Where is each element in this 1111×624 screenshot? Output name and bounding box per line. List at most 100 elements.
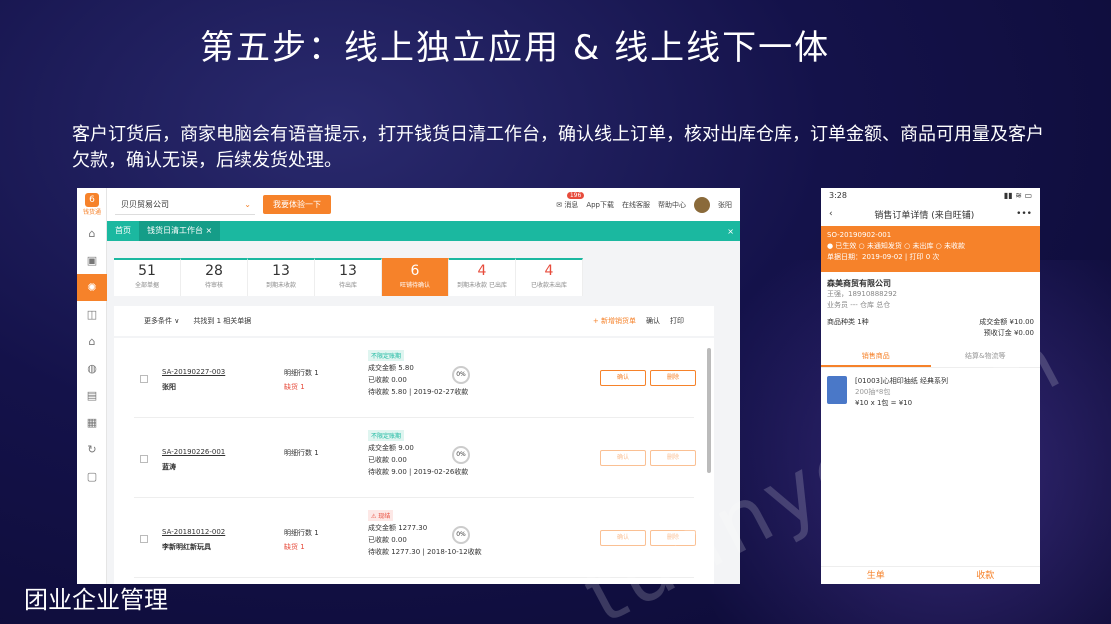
product-image — [827, 376, 847, 404]
term-tag: 不限定账期 — [368, 350, 405, 361]
order-states: ● 已生效 ○ 未通知发货 ○ 未出库 ○ 未收款 — [827, 242, 966, 250]
list-item[interactable]: [01003]心相印抽纸 经典系列 200抽*8包 ¥10 x 1包 = ¥10 — [821, 368, 1040, 417]
confirm-button[interactable]: 确认 — [600, 530, 646, 546]
stock-short: 缺货 1 — [284, 383, 305, 391]
home-icon[interactable]: ⌂ — [77, 220, 107, 247]
order-header: SO-20190902-001 ● 已生效 ○ 未通知发货 ○ 未出库 ○ 未收… — [821, 226, 1040, 272]
customer-name: 李新明红新玩具 — [162, 543, 211, 551]
bag-icon[interactable]: ◫ — [77, 301, 107, 328]
table-row[interactable]: SA-20190226-001 蓝涛 明细行数 1 不限定账期 成交金额 9.0… — [134, 418, 696, 498]
stat-label: 待审核 — [204, 282, 223, 289]
messages-link[interactable]: ✉ 消息 196 — [556, 191, 585, 210]
filter-dropdown[interactable]: 更多条件 ∨ — [144, 316, 179, 326]
stat-num: 13 — [339, 263, 357, 279]
row-checkbox[interactable] — [140, 535, 148, 543]
avatar[interactable] — [694, 196, 710, 213]
app-sidebar: 6 钱货通 ⌂ ▣ ✺ ◫ ⌂ ◍ ▤ ▦ ↻ ▢ — [77, 188, 107, 584]
house-icon[interactable]: ⌂ — [77, 328, 107, 355]
row-actions: 确认 删除 — [600, 450, 696, 466]
new-order-button[interactable]: + 新增销货单 — [593, 316, 636, 326]
phone-status-bar: 3:28 ▮▮ ≋ ▭ — [821, 188, 1040, 202]
page-title: 销售订单详情 (来自旺铺) — [874, 210, 975, 221]
stat-num: 6 — [410, 263, 420, 279]
due: 待收款 5.80 | 2019-02-27收款 — [368, 388, 469, 396]
progress-ring: 0% — [452, 526, 470, 544]
table-row[interactable]: SA-20190227-003 张阳 明细行数 1 缺货 1 不限定账期 成交金… — [134, 338, 696, 418]
customer-contact: 王强，18910888292 — [827, 290, 897, 298]
slide-title: 第五步：线上独立应用 & 线上线下一体 — [200, 28, 831, 68]
app-tabs: 首页 钱货日清工作台 × × — [107, 221, 740, 241]
customer-card: 森美商贸有限公司 王强，18910888292 业务员 --- 仓库 总仓 商品… — [827, 278, 1034, 339]
delete-button[interactable]: 删除 — [650, 530, 696, 546]
stat-num: 51 — [138, 263, 156, 279]
term-tag: 不限定账期 — [368, 430, 405, 441]
stat-due-unpaid[interactable]: 13 到期未收款 — [248, 258, 315, 296]
confirm-button[interactable]: 确认 — [600, 370, 646, 386]
stat-due-unpaid-shipped[interactable]: 4 到期未收款 已出库 — [449, 258, 516, 296]
stat-label: 旺铺待确认 — [399, 282, 430, 289]
order-code[interactable]: SA-20190226-001 — [162, 448, 225, 456]
item-qty: ¥10 x 1包 = ¥10 — [855, 399, 913, 407]
help-center-link[interactable]: 帮助中心 — [658, 200, 686, 210]
document-icon[interactable]: ▢ — [77, 463, 107, 490]
messages-badge: 196 — [566, 191, 585, 199]
row-checkbox[interactable] — [140, 455, 148, 463]
tab-settlement[interactable]: 结算&物流等 — [931, 347, 1041, 367]
tab-items[interactable]: 销售商品 — [821, 347, 931, 367]
company-select[interactable]: 贝贝贸易公司 ⌄ — [115, 195, 255, 215]
logo-icon: 6 — [85, 192, 99, 207]
print-button[interactable]: 打印 — [670, 316, 684, 326]
order-date: 单据日期：2019-09-02 | 打印 0 次 — [827, 253, 940, 261]
salesman-warehouse: 业务员 --- 仓库 总仓 — [827, 301, 891, 309]
table-row[interactable]: SA-20181012-002 李新明红新玩具 明细行数 1 缺货 1 ⚠ 现结… — [134, 498, 696, 578]
stat-num: 4 — [544, 263, 554, 279]
scrollbar[interactable] — [707, 348, 711, 473]
row-checkbox[interactable] — [140, 375, 148, 383]
total-amount: 成交金额 ¥10.00 — [979, 318, 1034, 326]
trial-button[interactable]: 我要体验一下 — [263, 195, 331, 214]
progress-ring: 0% — [452, 446, 470, 464]
found-count: 共找到 1 相关单据 — [193, 317, 252, 325]
delete-button[interactable]: 删除 — [650, 450, 696, 466]
stat-label: 到期未收款 已出库 — [457, 282, 507, 289]
order-list: SA-20190227-003 张阳 明细行数 1 缺货 1 不限定账期 成交金… — [114, 338, 714, 584]
close-icon[interactable]: × — [727, 227, 740, 236]
order-code[interactable]: SA-20181012-002 — [162, 528, 225, 536]
collect-payment-button[interactable]: 收款 — [931, 567, 1041, 584]
tab-workbench[interactable]: 钱货日清工作台 × — [139, 221, 221, 241]
prepay-amount: 预收订金 ¥0.00 — [983, 329, 1034, 337]
stat-pending-out[interactable]: 13 待出库 — [315, 258, 382, 296]
clipboard-icon[interactable]: ▤ — [77, 382, 107, 409]
company-name: 贝贝贸易公司 — [121, 199, 169, 209]
stat-num: 28 — [205, 263, 223, 279]
confirm-button[interactable]: 确认 — [646, 316, 660, 326]
due: 待收款 9.00 | 2019-02-26收款 — [368, 468, 469, 476]
gift-icon[interactable]: ▣ — [77, 247, 107, 274]
user-name: 张阳 — [718, 200, 732, 209]
refresh-icon[interactable]: ↻ — [77, 436, 107, 463]
confirm-button[interactable]: 确认 — [600, 450, 646, 466]
mobile-app-screenshot: 3:28 ▮▮ ≋ ▭ ‹ 销售订单详情 (来自旺铺) ••• SO-20190… — [821, 188, 1040, 584]
settings-icon[interactable]: ✺ — [77, 274, 107, 301]
stats-bar: 51 全部单据 28 待审核 13 到期未收款 13 待出库 6 旺铺待确认 4 到期未收款… — [114, 258, 583, 296]
stat-pending-review[interactable]: 28 待审核 — [181, 258, 248, 296]
money-bag-icon[interactable]: ◍ — [77, 355, 107, 382]
stat-label: 全部单据 — [134, 282, 159, 289]
messages-label: 消息 — [564, 200, 579, 209]
stat-shop-confirm[interactable]: 6 旺铺待确认 — [382, 258, 449, 296]
order-code[interactable]: SA-20190227-003 — [162, 368, 225, 376]
delete-button[interactable]: 删除 — [650, 370, 696, 386]
chevron-down-icon: ⌄ — [244, 199, 251, 209]
more-icon[interactable]: ••• — [1016, 209, 1032, 219]
online-service-link[interactable]: 在线客服 — [622, 200, 650, 210]
term-tag: ⚠ 现结 — [368, 510, 394, 521]
logo-text: 钱货通 — [82, 208, 101, 216]
app-download-link[interactable]: App下载 — [586, 200, 614, 210]
report-icon[interactable]: ▦ — [77, 409, 107, 436]
create-order-button[interactable]: 生单 — [821, 567, 931, 584]
customer-name: 蓝涛 — [162, 463, 176, 471]
progress-ring: 0% — [452, 366, 470, 384]
tab-home[interactable]: 首页 — [107, 221, 139, 241]
stat-paid-not-shipped[interactable]: 4 已收款未出库 — [516, 258, 583, 296]
stat-all[interactable]: 51 全部单据 — [114, 258, 181, 296]
